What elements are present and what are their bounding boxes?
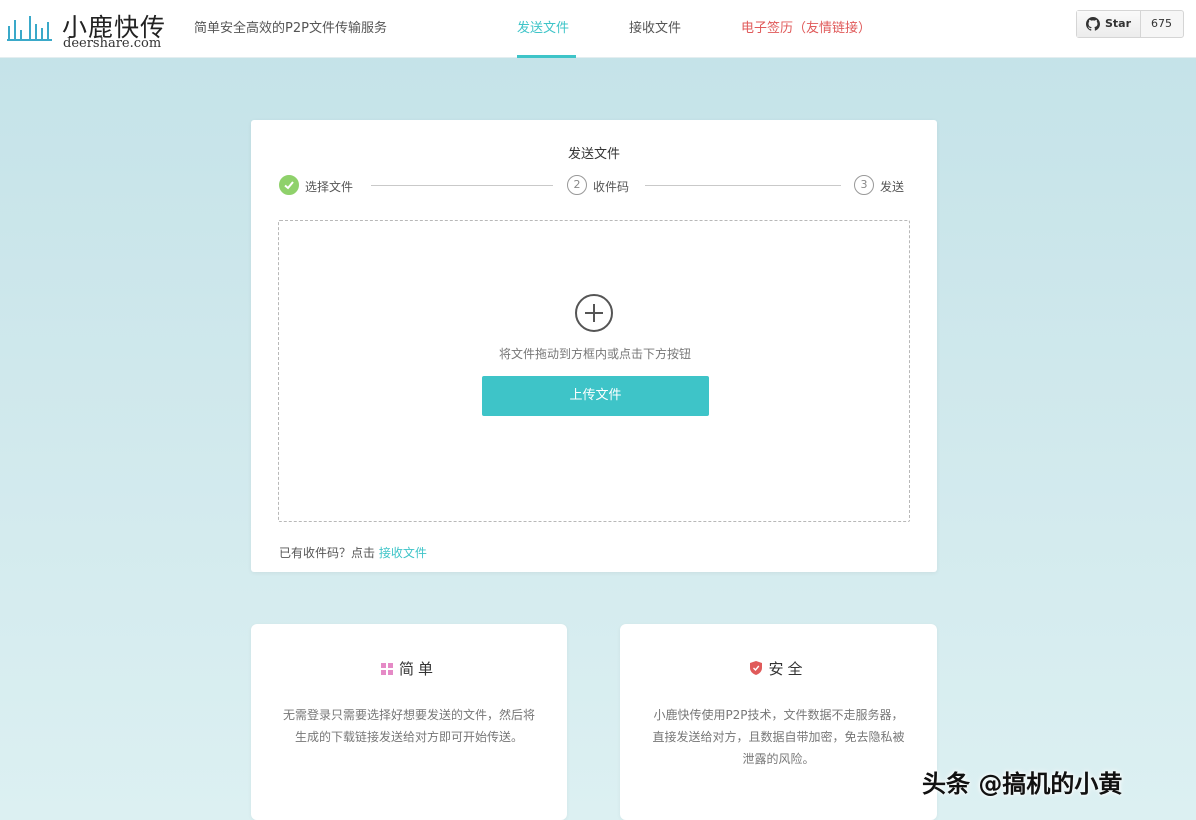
feature-description: 无需登录只需要选择好想要发送的文件，然后将生成的下载链接发送给对方即可开始传送。 xyxy=(282,708,535,744)
logo-subtitle: deershare.com xyxy=(63,36,162,51)
feature-card-secure: 安全 小鹿快传使用P2P技术，文件数据不走服务器，直接发送给对方，且数据自带加密… xyxy=(620,624,937,820)
github-star-count[interactable]: 675 xyxy=(1151,17,1172,30)
receive-file-link[interactable]: 接收文件 xyxy=(379,546,427,560)
nav-receive-file[interactable]: 接收文件 xyxy=(629,17,681,36)
feature-title-text: 简单 xyxy=(398,660,437,678)
nav-friend-link[interactable]: 电子签历（友情链接） xyxy=(741,17,871,36)
feature-card-simple: 简单 无需登录只需要选择好想要发送的文件，然后将生成的下载链接发送给对方即可开始… xyxy=(251,624,567,820)
github-star-widget[interactable]: Star 675 xyxy=(1076,10,1184,38)
feature-description: 小鹿快传使用P2P技术，文件数据不走服务器，直接发送给对方，且数据自带加密，免去… xyxy=(652,708,905,766)
step-3-label: 发送 xyxy=(880,180,905,194)
top-header: 小鹿快传 deershare.com 简单安全高效的P2P文件传输服务 发送文件… xyxy=(0,0,1196,58)
drop-hint-text: 将文件拖动到方框内或点击下方按钮 xyxy=(498,347,691,361)
upload-file-button[interactable]: 上传文件 xyxy=(482,376,709,416)
github-icon xyxy=(1086,17,1100,31)
feature-title-secure: 安全 xyxy=(620,658,937,679)
active-nav-indicator xyxy=(517,55,576,58)
have-code-prompt: 已有收件码？点击 接收文件 xyxy=(279,544,427,561)
card-title: 发送文件 xyxy=(567,147,620,162)
step-3-number: 3 xyxy=(854,175,874,195)
send-file-card: 发送文件 选择文件 2 收件码 3 发送 将文件拖动到方框内或点击下方按钮 上传… xyxy=(251,120,937,572)
step-2-label: 收件码 xyxy=(593,180,630,194)
deer-logo-icon xyxy=(7,16,52,41)
github-star-label: Star xyxy=(1105,17,1132,30)
step-divider xyxy=(371,185,553,186)
step-2-number: 2 xyxy=(567,175,587,195)
progress-steps: 选择文件 2 收件码 3 发送 xyxy=(279,174,911,198)
feature-title-text: 安全 xyxy=(768,660,807,678)
add-file-plus-icon[interactable] xyxy=(575,294,613,332)
github-star-button[interactable]: Star xyxy=(1077,11,1141,37)
site-tagline: 简单安全高效的P2P文件传输服务 xyxy=(194,21,387,36)
step-1-label: 选择文件 xyxy=(305,180,354,194)
logo[interactable]: 小鹿快传 deershare.com xyxy=(6,6,176,51)
have-code-text: 已有收件码？点击 xyxy=(279,546,376,560)
feature-title-simple: 简单 xyxy=(251,658,567,679)
step-1-check-icon xyxy=(279,175,299,195)
watermark: 头条 @搞机的小黄 xyxy=(922,770,1123,798)
shield-icon xyxy=(750,661,763,675)
nav-send-file[interactable]: 发送文件 xyxy=(517,17,569,36)
file-dropzone[interactable]: 将文件拖动到方框内或点击下方按钮 上传文件 xyxy=(278,220,910,522)
grid-icon xyxy=(380,663,393,675)
step-divider xyxy=(645,185,841,186)
